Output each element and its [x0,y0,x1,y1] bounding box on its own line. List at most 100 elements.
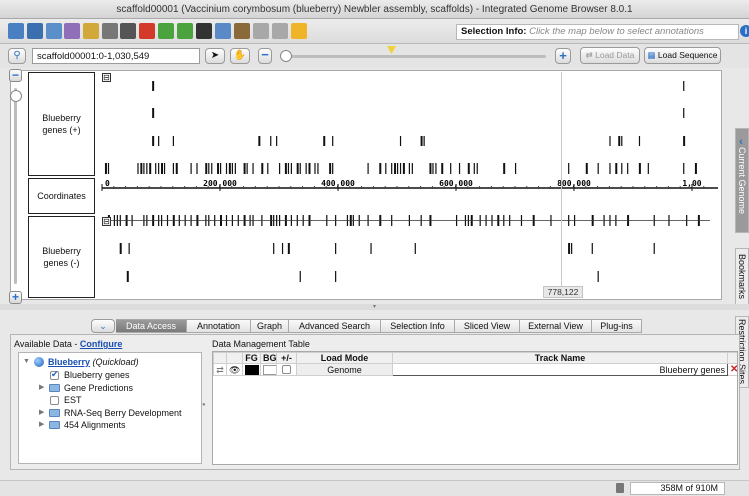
strand-checkbox[interactable] [276,363,297,376]
gene-feature[interactable] [435,163,437,174]
gene-feature[interactable] [219,163,222,174]
gene-feature[interactable] [450,163,452,174]
load-mode-cell[interactable]: Genome [296,363,393,376]
expand-triangle-icon[interactable]: ▶ [39,382,44,394]
eye-icon[interactable]: 👁 [226,363,243,376]
list-item[interactable]: EST [64,394,82,406]
gene-feature[interactable] [160,163,163,174]
expand-triangle-icon[interactable]: ▶ [39,419,44,431]
gene-feature[interactable] [308,163,311,174]
gene-feature[interactable] [163,163,166,174]
gene-feature[interactable] [402,163,405,174]
gene-feature[interactable] [385,163,387,174]
panel-resize-handle[interactable]: ● [202,402,206,408]
gene-feature[interactable] [503,163,506,174]
gene-feature[interactable] [314,163,316,174]
gene-feature[interactable] [305,163,307,174]
gene-feature[interactable] [155,163,157,174]
load-data-button[interactable]: ⇄ Load Data [580,47,640,64]
gene-feature[interactable] [414,243,416,254]
gene-feature[interactable] [638,136,641,146]
gene-feature[interactable] [152,136,155,146]
gene-feature[interactable] [638,163,641,174]
tab-data-access[interactable]: Data Access [116,319,187,333]
track-checkbox[interactable] [50,369,59,380]
gene-feature[interactable] [228,163,231,174]
gene-feature[interactable] [391,163,393,174]
gene-feature[interactable] [476,163,478,174]
gene-feature[interactable] [137,163,139,174]
tab-sliced-view[interactable]: Sliced View [455,319,520,333]
bookmark-icon[interactable] [234,23,250,39]
gene-feature[interactable] [317,163,319,174]
vertical-zoom-in-button[interactable]: + [9,291,22,304]
track-label-plus-strand[interactable]: Blueberry genes (+) [28,72,95,176]
gene-feature[interactable] [252,163,254,174]
gene-feature[interactable] [284,163,287,174]
gene-feature[interactable] [172,163,174,174]
gene-feature[interactable] [205,163,208,174]
gene-feature[interactable] [225,163,228,174]
horizontal-zoom-slider-knob[interactable] [280,50,292,62]
gene-feature[interactable] [621,163,623,174]
col-fg[interactable]: FG [242,352,261,364]
print-icon[interactable] [83,23,99,39]
horizontal-zoom-out-button[interactable]: − [258,48,272,64]
gene-feature[interactable] [299,163,301,174]
gene-feature[interactable] [335,271,337,282]
gene-feature[interactable] [597,271,599,282]
track-label-coordinates[interactable]: Coordinates [28,178,95,214]
gene-feature[interactable] [694,163,697,174]
gene-feature[interactable] [273,243,275,254]
load-sequence-button[interactable]: ▦ Load Sequence [644,47,721,64]
list-item[interactable]: 454 Alignments [64,419,126,431]
gene-feature[interactable] [399,163,402,174]
gene-feature[interactable] [158,136,160,146]
gene-feature[interactable] [175,163,178,174]
track-name-cell[interactable]: Blueberry genes [392,363,728,376]
hand-drag-icon[interactable]: ✋ [230,48,250,64]
gene-feature[interactable] [432,163,434,174]
gene-feature[interactable] [172,136,174,146]
gene-feature[interactable] [370,243,372,254]
chevron-left-icon[interactable]: ‹ [734,136,748,148]
gene-feature[interactable] [190,163,192,174]
gene-feature[interactable] [653,243,655,254]
gene-feature[interactable] [335,243,337,254]
forward-icon[interactable] [177,23,193,39]
gene-feature[interactable] [332,136,334,146]
gene-feature[interactable] [149,163,152,174]
vertical-zoom-slider[interactable] [14,88,17,284]
gene-feature[interactable] [621,136,623,146]
speech-bubble-icon[interactable] [291,23,307,39]
tab-graph[interactable]: Graph [251,319,289,333]
gene-feature[interactable] [258,136,261,146]
chevron-down-icon[interactable]: ⌄ [91,319,115,333]
tab-bookmarks[interactable]: Bookmarks [735,248,749,306]
track-label-minus-strand[interactable]: Blueberry genes (-) [28,216,95,298]
gene-feature[interactable] [323,136,326,146]
col-track-name[interactable]: Track Name [392,352,728,364]
gene-feature[interactable] [396,163,399,174]
collapse-plus-track-icon[interactable]: ⊟ [102,73,111,82]
vertical-zoom-out-button[interactable]: − [9,69,22,82]
gene-feature[interactable] [627,163,629,174]
gene-feature[interactable] [107,163,110,174]
gene-feature[interactable] [568,243,571,254]
gene-feature[interactable] [287,243,290,254]
gene-feature[interactable] [429,163,432,174]
gene-feature[interactable] [609,136,611,146]
list-item[interactable]: Blueberry genes [64,369,130,381]
refresh-icon[interactable]: ⇄ [213,363,227,376]
gene-feature[interactable] [467,163,470,174]
gene-feature[interactable] [231,163,233,174]
tab-selection-info[interactable]: Selection Info [381,319,455,333]
gene-feature[interactable] [615,163,618,174]
fg-color-swatch[interactable] [242,363,261,376]
gene-feature[interactable] [270,136,272,146]
gene-feature[interactable] [211,163,213,174]
configure-link[interactable]: Configure [80,339,123,349]
gene-feature[interactable] [261,163,264,174]
gene-feature[interactable] [299,271,301,282]
col-load-mode[interactable]: Load Mode [296,352,393,364]
